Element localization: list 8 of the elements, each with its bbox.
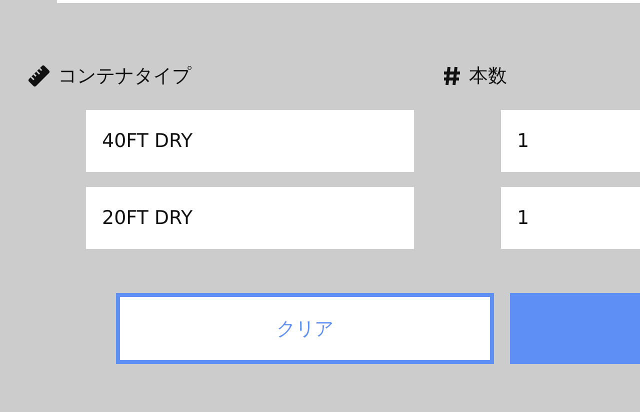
- column-label: 本数: [469, 64, 507, 89]
- container-type-field[interactable]: 40FT DRY: [86, 110, 414, 172]
- container-type-field[interactable]: 20FT DRY: [86, 187, 414, 249]
- hash-icon: [443, 66, 461, 86]
- count-field[interactable]: 1: [501, 110, 640, 172]
- submit-button[interactable]: [510, 293, 640, 364]
- count-field[interactable]: 1: [501, 187, 640, 249]
- column-label: コンテナタイプ: [58, 64, 191, 89]
